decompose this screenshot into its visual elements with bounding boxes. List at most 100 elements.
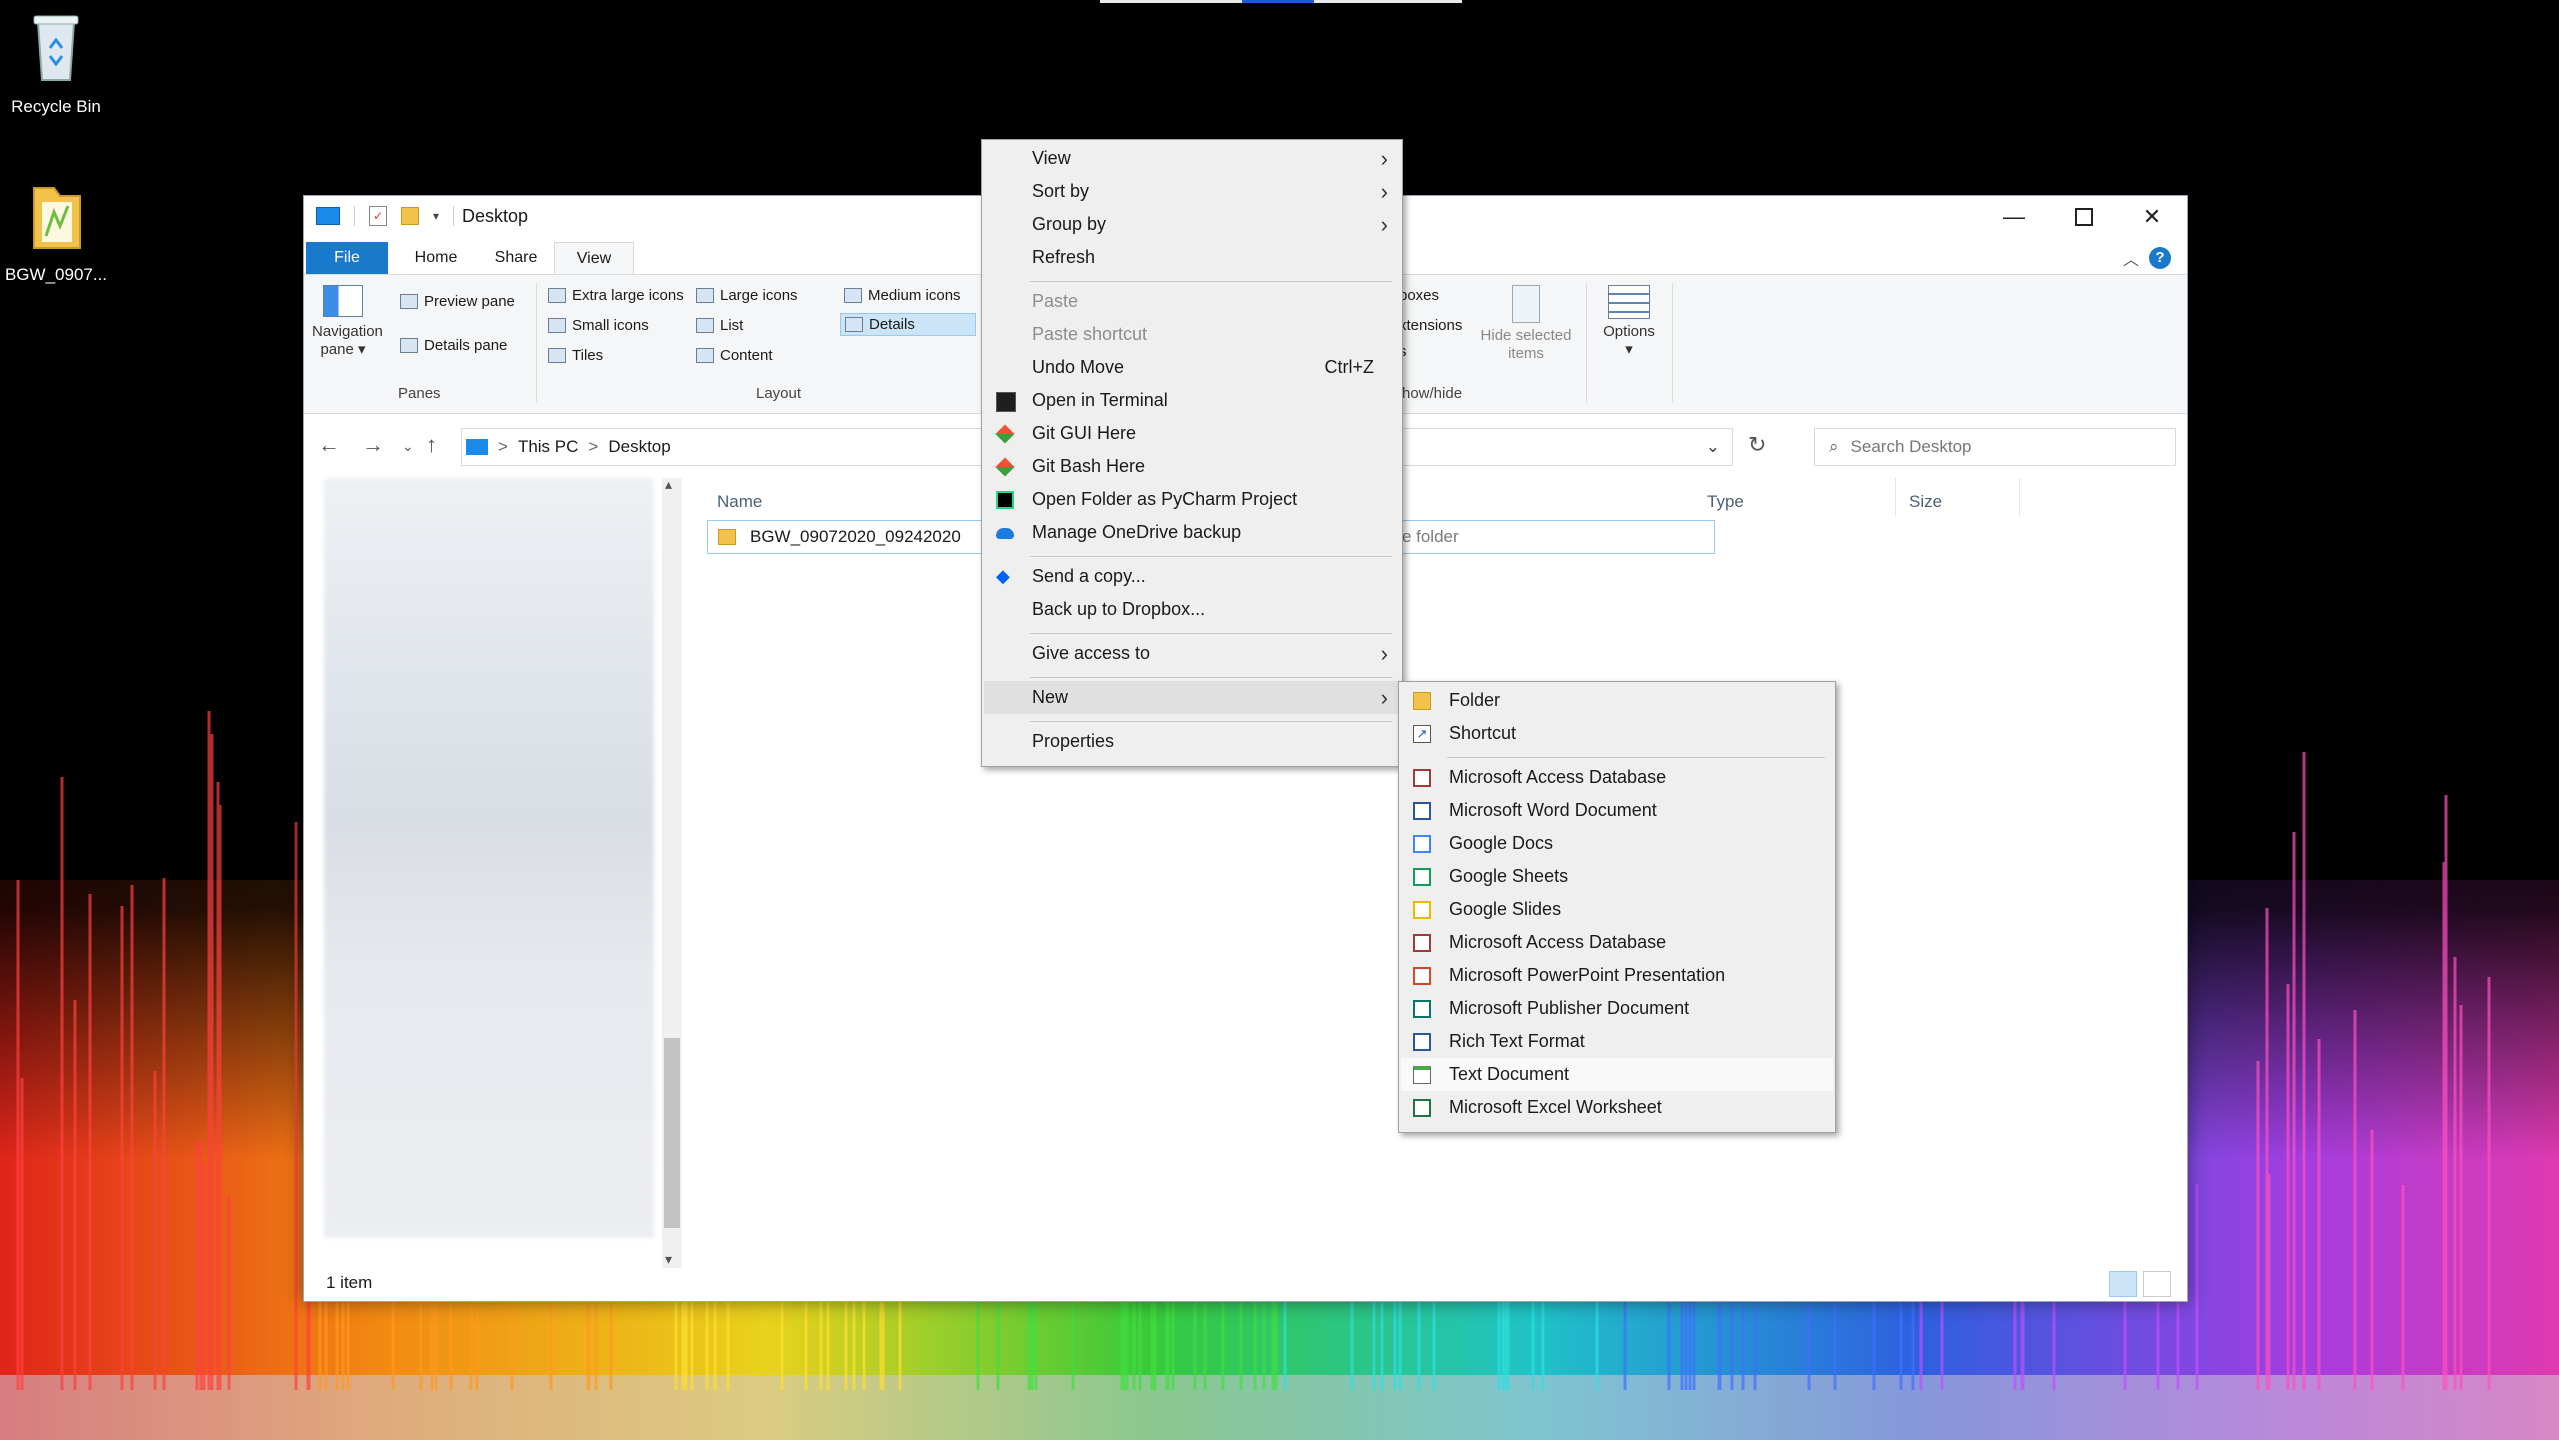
details-pane-button[interactable]: Details pane (400, 337, 507, 354)
layout-list[interactable]: List (696, 317, 743, 334)
scroll-thumb[interactable] (664, 1038, 680, 1228)
layout-tiles[interactable]: Tiles (548, 347, 603, 364)
column-header-name[interactable]: Name (717, 492, 762, 512)
desktop-icon-folder[interactable]: BGW_0907... (0, 176, 116, 285)
menu-item-view[interactable]: View › (984, 142, 1400, 175)
menu-item-git-bash-here[interactable]: Git Bash Here (984, 450, 1400, 483)
menu-item-sort-by[interactable]: Sort by › (984, 175, 1400, 208)
new-item-google-sheets[interactable]: Google Sheets (1401, 860, 1833, 893)
new-item-word-document[interactable]: Microsoft Word Document (1401, 794, 1833, 827)
menu-item-label: Microsoft Access Database (1449, 932, 1667, 952)
new-item-powerpoint-presentation[interactable]: Microsoft PowerPoint Presentation (1401, 959, 1833, 992)
menu-item-label: Properties (1032, 731, 1115, 751)
menu-item-label: Send a copy... (1032, 566, 1146, 586)
menu-item-new[interactable]: New › (984, 681, 1400, 714)
new-item-text-document[interactable]: Text Document (1401, 1058, 1833, 1091)
new-item-google-docs[interactable]: Google Docs (1401, 827, 1833, 860)
git-icon (995, 424, 1015, 444)
desktop-icon-recycle-bin[interactable]: Recycle Bin (0, 8, 116, 117)
menu-item-label: Open Folder as PyCharm Project (1032, 489, 1298, 509)
tab-home[interactable]: Home (400, 242, 472, 274)
layout-details[interactable]: Details (840, 313, 976, 336)
new-item-access-database[interactable]: Microsoft Access Database (1401, 761, 1833, 794)
tab-file[interactable]: File (306, 242, 388, 274)
menu-item-git-gui-here[interactable]: Git GUI Here (984, 417, 1400, 450)
item-check-boxes-partial[interactable]: boxes (1399, 287, 1439, 304)
address-dropdown-icon[interactable]: ⌄ (1706, 437, 1720, 457)
navigation-pane-button[interactable]: Navigation pane ▾ (312, 285, 383, 359)
details-view-button[interactable] (2109, 1271, 2137, 1297)
large-icons-view-button[interactable] (2143, 1271, 2171, 1297)
minimize-button[interactable]: — (1979, 196, 2049, 238)
help-icon[interactable]: ? (2149, 247, 2171, 269)
recent-locations-icon[interactable]: ⌄ (402, 438, 414, 455)
layout-large-icons[interactable]: Large icons (696, 287, 798, 304)
tab-share[interactable]: Share (480, 242, 552, 274)
customize-toolbar-icon[interactable]: ▾ (433, 209, 439, 223)
menu-item-back-up-to-dropbox[interactable]: Back up to Dropbox... (984, 593, 1400, 626)
menu-item-group-by[interactable]: Group by › (984, 208, 1400, 241)
layout-label: Medium icons (868, 287, 961, 304)
menu-item-undo-move[interactable]: Undo Move Ctrl+Z (984, 351, 1400, 384)
google-docs-icon (1413, 835, 1431, 853)
back-icon[interactable]: ← (318, 432, 340, 458)
new-folder-icon[interactable] (401, 207, 419, 225)
excel-icon (1413, 1099, 1431, 1117)
layout-small-icons[interactable]: Small icons (548, 317, 649, 334)
maximize-icon (2075, 208, 2093, 226)
menu-item-open-in-terminal[interactable]: Open in Terminal (984, 384, 1400, 417)
medium-icons-icon (844, 288, 862, 303)
navigation-pane-scrollbar[interactable]: ▴ ▾ (662, 476, 682, 1268)
close-button[interactable]: ✕ (2117, 196, 2187, 238)
collapse-ribbon-icon[interactable]: ︿ (2123, 246, 2139, 270)
shortcut-icon: ↗ (1413, 725, 1431, 743)
search-placeholder: Search Desktop (1850, 437, 1972, 456)
up-icon[interactable]: ↑ (426, 432, 437, 458)
refresh-icon[interactable]: ↻ (1748, 432, 1766, 458)
menu-item-refresh[interactable]: Refresh (984, 241, 1400, 274)
search-input[interactable]: ⌕ Search Desktop (1814, 428, 2176, 466)
menu-item-properties[interactable]: Properties (984, 725, 1400, 758)
text-document-icon (1413, 1066, 1431, 1084)
menu-item-open-folder-as-pycharm-project[interactable]: Open Folder as PyCharm Project (984, 483, 1400, 516)
layout-medium-icons[interactable]: Medium icons (844, 287, 961, 304)
scroll-up-icon[interactable]: ▴ (665, 476, 672, 493)
menu-item-paste[interactable]: Paste (984, 285, 1400, 318)
new-item-shortcut[interactable]: ↗ Shortcut (1401, 717, 1833, 750)
column-header-size[interactable]: Size (1909, 492, 1942, 512)
breadcrumb-this-pc[interactable]: This PC (518, 437, 578, 457)
new-item-folder[interactable]: Folder (1401, 684, 1833, 717)
forward-icon[interactable]: → (362, 432, 384, 458)
options-label: Options (1603, 323, 1655, 340)
recycle-bin-icon (33, 15, 79, 81)
menu-separator (1030, 633, 1392, 634)
maximize-button[interactable] (2049, 196, 2119, 238)
options-icon (1608, 285, 1650, 319)
menu-item-send-a-copy[interactable]: ◆ Send a copy... (984, 560, 1400, 593)
new-item-rich-text-format[interactable]: Rich Text Format (1401, 1025, 1833, 1058)
breadcrumb-desktop[interactable]: Desktop (608, 437, 670, 457)
new-item-google-slides[interactable]: Google Slides (1401, 893, 1833, 926)
new-item-access-database-2[interactable]: Microsoft Access Database (1401, 926, 1833, 959)
new-item-excel-worksheet[interactable]: Microsoft Excel Worksheet (1401, 1091, 1833, 1124)
menu-item-manage-onedrive-backup[interactable]: Manage OneDrive backup (984, 516, 1400, 549)
hide-selected-items-button[interactable]: Hide selected items (1476, 285, 1576, 363)
chevron-right-icon: › (1380, 641, 1388, 666)
preview-pane-button[interactable]: Preview pane (400, 293, 515, 310)
menu-item-paste-shortcut[interactable]: Paste shortcut (984, 318, 1400, 351)
column-header-type[interactable]: Type (1707, 492, 1744, 512)
layout-extra-large-icons[interactable]: Extra large icons (548, 287, 684, 304)
menu-item-label: Group by (1032, 214, 1107, 234)
rtf-icon (1413, 1033, 1431, 1051)
menu-item-give-access-to[interactable]: Give access to › (984, 637, 1400, 670)
new-item-publisher-document[interactable]: Microsoft Publisher Document (1401, 992, 1833, 1025)
navigation-pane[interactable] (324, 478, 660, 1238)
tab-view[interactable]: View (554, 242, 634, 276)
file-name-extensions-partial[interactable]: xtensions (1399, 317, 1462, 334)
layout-content[interactable]: Content (696, 347, 773, 364)
menu-item-label: Git Bash Here (1032, 456, 1146, 476)
ribbon-separator (1672, 283, 1673, 403)
properties-icon[interactable]: ✓ (369, 206, 387, 226)
menu-item-label: Paste shortcut (1032, 324, 1148, 344)
options-button[interactable]: Options ▾ (1594, 285, 1664, 359)
